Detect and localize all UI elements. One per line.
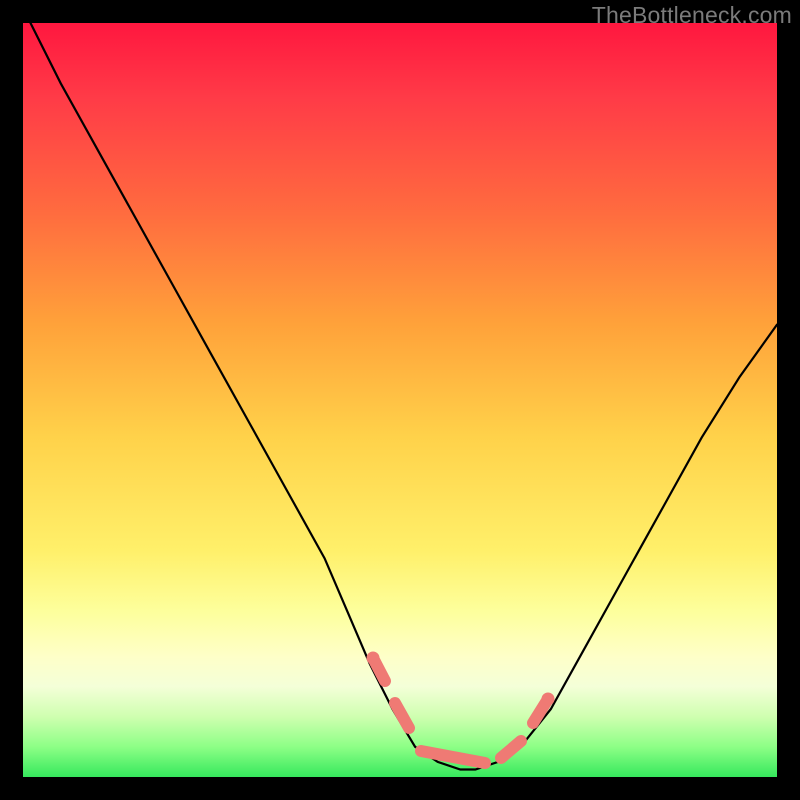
salmon-bottom [421, 751, 485, 763]
salmon-right-lower [501, 741, 521, 758]
plot-area [23, 23, 777, 777]
curve-path [31, 23, 778, 770]
outer-frame: TheBottleneck.com [0, 0, 800, 800]
optimal-zone-overlay [367, 652, 555, 764]
salmon-dot [367, 652, 380, 665]
salmon-left-lower [395, 703, 409, 728]
bottleneck-curve [23, 23, 777, 777]
salmon-dot [542, 693, 555, 706]
watermark-text: TheBottleneck.com [592, 2, 792, 29]
